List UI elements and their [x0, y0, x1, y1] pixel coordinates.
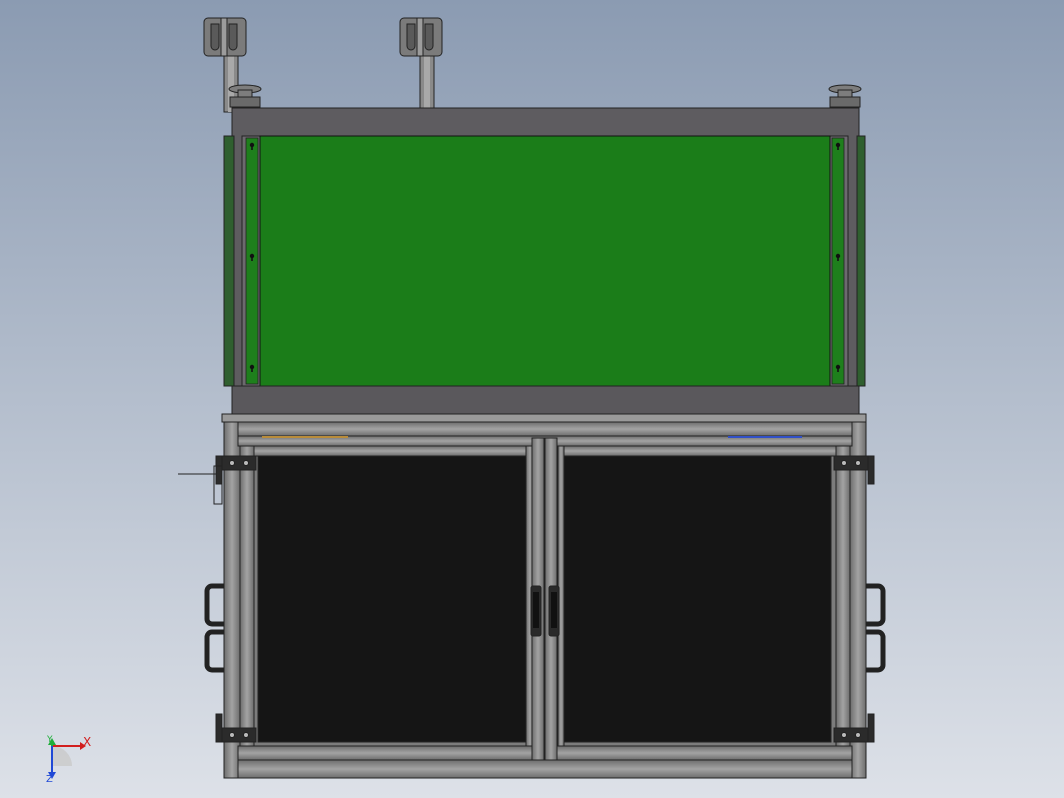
- right-door-glass: [562, 455, 832, 743]
- lower-cabinet: [178, 413, 886, 779]
- axis-z-label: Z: [46, 774, 53, 785]
- axis-y-label: Y: [46, 735, 53, 745]
- cad-graphics-area[interactable]: X Y Z: [0, 0, 1064, 798]
- cabinet-model-front-view[interactable]: X Y Z: [0, 0, 1064, 798]
- axis-x-label: X: [83, 735, 91, 749]
- green-panel: [259, 135, 831, 387]
- upper-enclosure: [223, 107, 866, 415]
- left-door-glass: [257, 455, 527, 743]
